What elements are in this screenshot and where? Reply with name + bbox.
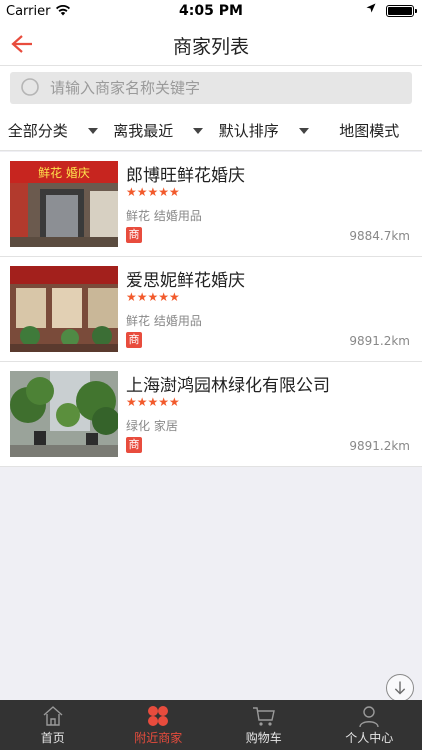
tab-nearby-shops-label: 附近商家	[134, 731, 183, 745]
star-rating: ★★★★★	[126, 395, 180, 409]
shop-tags: 鲜花 结婚用品	[126, 314, 202, 328]
search-input[interactable]	[50, 72, 400, 104]
shop-thumbnail	[10, 371, 118, 457]
dropdown-caret-icon	[298, 127, 309, 134]
tab-bar: 首页 附近商家 购物车 个人中心	[0, 700, 422, 750]
user-icon	[359, 706, 379, 728]
filter-category[interactable]: 全部分类	[0, 111, 106, 150]
location-arrow-icon	[366, 3, 376, 13]
search-section	[0, 66, 422, 111]
status-bar: Carrier 4:05 PM	[0, 0, 422, 22]
shop-list: 鲜花 婚庆 郎博旺鲜花婚庆 ★★★★★ 鲜花 结婚用品 商 9884.7km 爱…	[0, 152, 422, 467]
shop-thumbnail: 鲜花 婚庆	[10, 161, 118, 247]
filter-distance[interactable]: 离我最近	[106, 111, 212, 150]
shop-tags: 鲜花 结婚用品	[126, 209, 202, 223]
shop-thumbnail	[10, 266, 118, 352]
shop-name: 爱思妮鲜花婚庆	[126, 271, 245, 291]
dropdown-caret-icon	[193, 127, 204, 134]
tab-home[interactable]: 首页	[0, 700, 106, 750]
page-title: 商家列表	[172, 36, 249, 58]
star-rating: ★★★★★	[126, 290, 180, 304]
cart-icon	[252, 707, 275, 726]
map-mode-button[interactable]: 地图模式	[317, 111, 422, 150]
filter-sort[interactable]: 默认排序	[211, 111, 317, 150]
map-mode-label: 地图模式	[339, 122, 400, 140]
tab-nearby-shops[interactable]: 附近商家	[106, 700, 212, 750]
navigation-bar: 商家列表	[0, 22, 422, 66]
shop-item[interactable]: 鲜花 婚庆 郎博旺鲜花婚庆 ★★★★★ 鲜花 结婚用品 商 9884.7km	[0, 152, 422, 257]
tab-cart[interactable]: 购物车	[211, 700, 317, 750]
shop-distance: 9884.7km	[349, 229, 410, 243]
tab-profile[interactable]: 个人中心	[317, 700, 422, 750]
search-box[interactable]	[10, 72, 412, 104]
shop-distance: 9891.2km	[349, 439, 410, 453]
filter-distance-label: 离我最近	[113, 122, 174, 140]
shop-sign-text: 鲜花 婚庆	[38, 165, 90, 180]
shop-tags: 绿化 家居	[126, 419, 178, 433]
tab-home-label: 首页	[40, 731, 65, 745]
filter-bar: 全部分类 离我最近 默认排序 地图模式	[0, 111, 422, 151]
clock: 4:05 PM	[179, 3, 243, 19]
scroll-down-icon[interactable]	[386, 674, 414, 702]
dropdown-caret-icon	[87, 127, 98, 134]
filter-sort-label: 默认排序	[218, 122, 279, 140]
shop-distance: 9891.2km	[349, 334, 410, 348]
search-icon	[21, 78, 39, 96]
tab-profile-label: 个人中心	[345, 731, 394, 745]
tab-cart-label: 购物车	[245, 731, 282, 745]
merchant-badge: 商	[126, 437, 142, 453]
shop-item[interactable]: 上海澍鸿园林绿化有限公司 ★★★★★ 绿化 家居 商 9891.2km	[0, 362, 422, 467]
shop-name: 上海澍鸿园林绿化有限公司	[126, 376, 330, 396]
star-rating: ★★★★★	[126, 185, 180, 199]
merchant-badge: 商	[126, 227, 142, 243]
merchant-badge: 商	[126, 332, 142, 348]
battery-icon	[386, 5, 417, 17]
shop-item[interactable]: 爱思妮鲜花婚庆 ★★★★★ 鲜花 结婚用品 商 9891.2km	[0, 257, 422, 362]
shop-name: 郎博旺鲜花婚庆	[126, 166, 245, 186]
home-icon	[43, 706, 63, 726]
nearby-shops-icon	[148, 706, 169, 726]
filter-category-label: 全部分类	[7, 122, 68, 140]
